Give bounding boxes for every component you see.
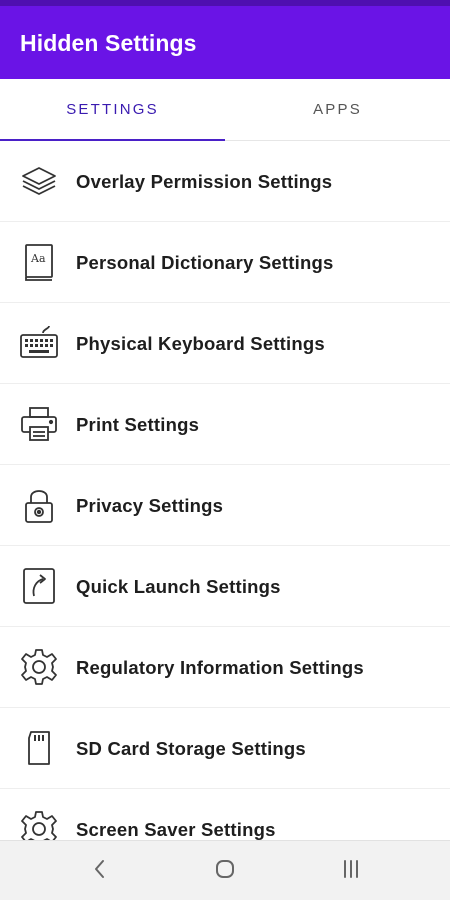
svg-text:Aa: Aa	[30, 252, 46, 265]
home-button[interactable]	[205, 853, 245, 889]
setting-label: Privacy Settings	[76, 495, 224, 516]
setting-regulatory-information[interactable]: Regulatory Information Settings	[0, 627, 450, 708]
setting-screen-saver[interactable]: Screen Saver Settings	[0, 789, 450, 841]
setting-label: Quick Launch Settings	[76, 576, 281, 597]
layers-icon	[18, 161, 60, 201]
quick-launch-icon	[18, 566, 60, 606]
setting-physical-keyboard[interactable]: Physical Keyboard Settings	[0, 303, 450, 384]
back-icon	[87, 856, 113, 887]
setting-label: Screen Saver Settings	[76, 819, 276, 840]
home-icon	[212, 856, 238, 887]
dictionary-icon: Aa	[18, 242, 60, 282]
tab-settings[interactable]: SETTINGS	[0, 79, 225, 140]
recents-button[interactable]	[331, 853, 371, 889]
setting-label: Regulatory Information Settings	[76, 657, 364, 678]
system-navigation-bar	[0, 840, 450, 900]
gear-icon	[18, 809, 60, 841]
setting-overlay-permission[interactable]: Overlay Permission Settings	[0, 141, 450, 222]
sd-card-icon	[18, 728, 60, 768]
printer-icon	[18, 404, 60, 444]
setting-label: Physical Keyboard Settings	[76, 333, 325, 354]
setting-print[interactable]: Print Settings	[0, 384, 450, 465]
setting-personal-dictionary[interactable]: Aa Personal Dictionary Settings	[0, 222, 450, 303]
setting-privacy[interactable]: Privacy Settings	[0, 465, 450, 546]
setting-label: Print Settings	[76, 414, 200, 435]
app-title: Hidden Settings	[20, 30, 197, 56]
recents-icon	[338, 856, 364, 887]
tab-apps[interactable]: APPS	[225, 79, 450, 140]
setting-quick-launch[interactable]: Quick Launch Settings	[0, 546, 450, 627]
setting-sd-card-storage[interactable]: SD Card Storage Settings	[0, 708, 450, 789]
gear-icon	[18, 647, 60, 687]
settings-list: Overlay Permission Settings Aa Personal …	[0, 141, 450, 841]
tab-bar: SETTINGS APPS	[0, 79, 450, 141]
lock-icon	[18, 485, 60, 525]
setting-label: Overlay Permission Settings	[76, 171, 333, 192]
setting-label: SD Card Storage Settings	[76, 738, 306, 759]
app-bar: Hidden Settings	[0, 6, 450, 79]
keyboard-icon	[18, 323, 60, 363]
back-button[interactable]	[80, 853, 120, 889]
setting-label: Personal Dictionary Settings	[76, 252, 334, 273]
